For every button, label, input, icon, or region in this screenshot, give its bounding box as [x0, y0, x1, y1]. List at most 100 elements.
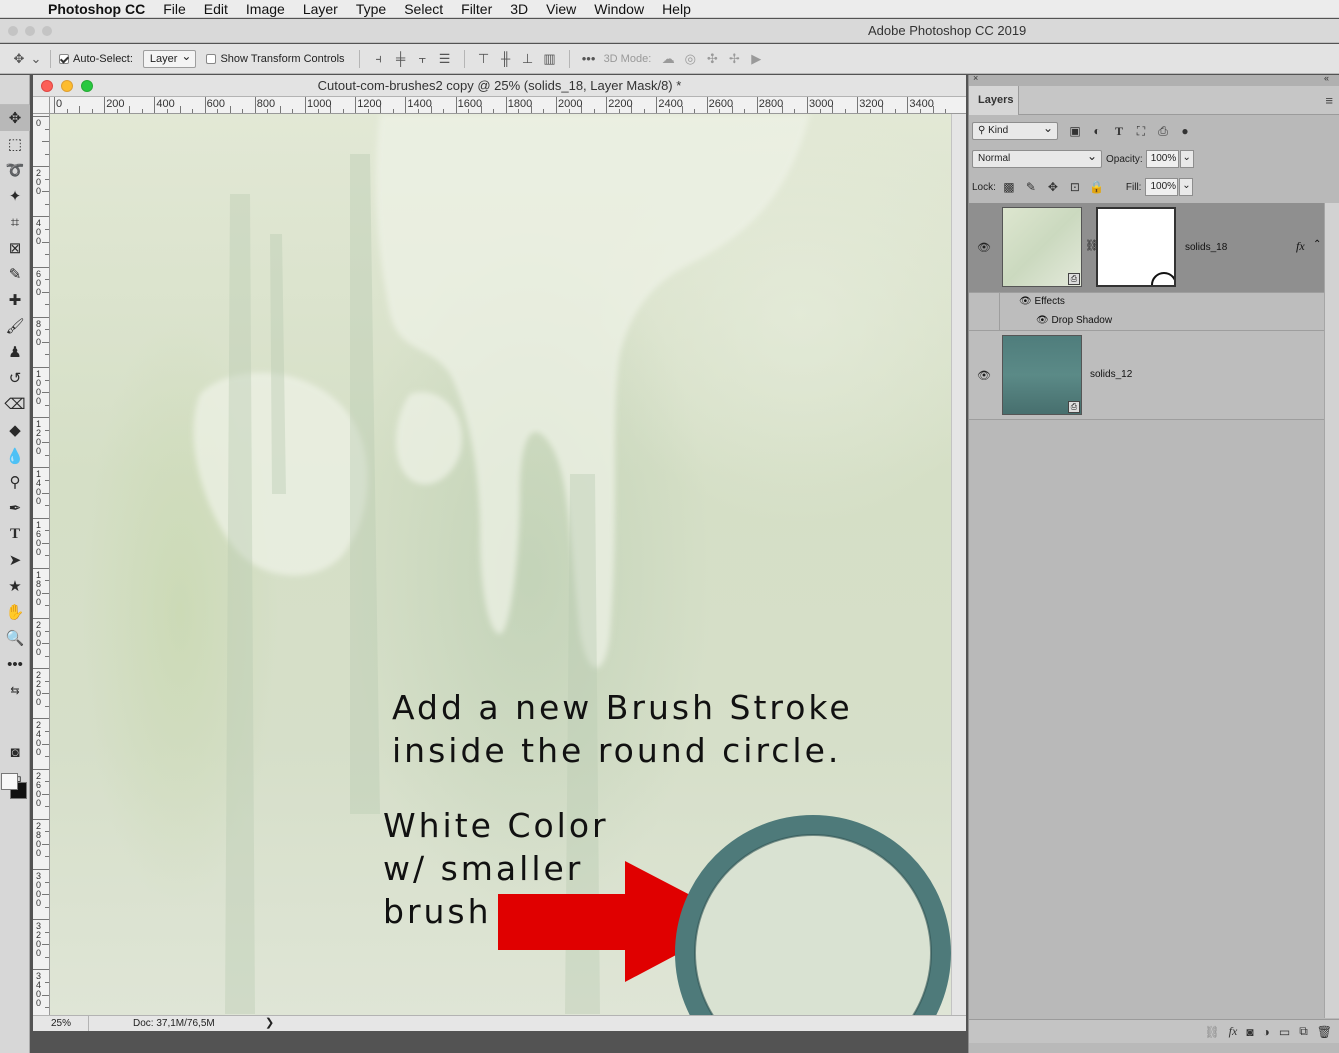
tab-layers[interactable]: Layers: [969, 86, 1019, 115]
vertical-ruler[interactable]: 0 200 400 600 800 1000 1200 1400 1600 1800 2000 220…: [33, 114, 50, 1015]
eyedropper-tool-icon[interactable]: ✎: [0, 261, 30, 287]
align-right-icon[interactable]: ⫟: [412, 51, 434, 67]
filter-type-icon[interactable]: T: [1108, 124, 1130, 139]
opacity-dropdown-icon[interactable]: ⌄: [1179, 150, 1194, 168]
3d-pan-icon[interactable]: ✣: [701, 51, 723, 67]
align-hcenter-icon[interactable]: ╪: [390, 51, 412, 66]
quick-mask-icon[interactable]: ◙: [0, 739, 30, 765]
fill-dropdown-icon[interactable]: ⌄: [1179, 178, 1194, 196]
new-group-icon[interactable]: ▭: [1279, 1025, 1290, 1039]
move-tool-icon[interactable]: ✥: [0, 105, 30, 131]
checkbox-unchecked-icon[interactable]: [206, 53, 217, 64]
add-layer-style-icon[interactable]: fx: [1229, 1024, 1238, 1039]
layer-row[interactable]: 👁 ⎙ solids_12: [969, 331, 1325, 420]
menu-window[interactable]: Window: [585, 0, 653, 18]
lock-transparent-icon[interactable]: ▩: [998, 180, 1020, 194]
frame-tool-icon[interactable]: ⊠: [0, 235, 30, 261]
more-tools-icon[interactable]: •••: [0, 651, 30, 677]
filter-toggle-icon[interactable]: ●: [1174, 124, 1196, 138]
visibility-eye-icon[interactable]: 👁: [977, 241, 991, 254]
brush-tool-icon[interactable]: 🖌: [0, 313, 30, 339]
path-selection-tool-icon[interactable]: ➤: [0, 547, 30, 573]
menu-type[interactable]: Type: [347, 0, 395, 18]
filter-smart-object-icon[interactable]: ⎙: [1152, 124, 1174, 139]
layer-name[interactable]: solids_12: [1090, 369, 1132, 380]
distribute-h-icon[interactable]: ☰: [434, 51, 456, 67]
lock-all-icon[interactable]: 🔒: [1086, 180, 1108, 194]
link-layers-icon[interactable]: ⛓: [1204, 1025, 1219, 1039]
align-vcenter-icon[interactable]: ╫: [495, 51, 517, 66]
menu-view[interactable]: View: [537, 0, 585, 18]
effects-eye-icon[interactable]: 👁: [1019, 296, 1034, 307]
zoom-level-field[interactable]: 25%: [33, 1016, 89, 1031]
filter-pixel-icon[interactable]: ▣: [1064, 124, 1086, 138]
close-panel-icon[interactable]: ×: [973, 73, 978, 83]
align-bottom-icon[interactable]: ⊥: [517, 51, 539, 67]
shape-tool-icon[interactable]: ★: [0, 573, 30, 599]
type-tool-icon[interactable]: T: [0, 521, 30, 547]
3d-orbit-icon[interactable]: ☁: [657, 51, 679, 67]
lock-artboard-icon[interactable]: ⊡: [1064, 180, 1086, 194]
clone-stamp-tool-icon[interactable]: ♟: [0, 339, 30, 365]
3d-slide-icon[interactable]: ✢: [723, 51, 745, 67]
layer-mask-thumbnail[interactable]: [1096, 207, 1177, 298]
drop-shadow-row[interactable]: 👁 Drop Shadow: [1036, 315, 1112, 326]
minimize-window-button[interactable]: [25, 26, 35, 36]
panel-menu-icon[interactable]: ≡: [1325, 93, 1333, 108]
paint-bucket-tool-icon[interactable]: ◆: [0, 417, 30, 443]
menu-filter[interactable]: Filter: [452, 0, 501, 18]
opacity-input[interactable]: 100%: [1145, 150, 1179, 168]
menu-select[interactable]: Select: [395, 0, 452, 18]
align-top-icon[interactable]: ⊤: [473, 51, 495, 67]
filter-adjustment-icon[interactable]: ◐: [1086, 124, 1108, 138]
delete-layer-icon[interactable]: 🗑: [1317, 1025, 1332, 1039]
layer-row[interactable]: 👁 ⎙ ⛓ solids_18 fx ⌃: [969, 203, 1325, 298]
lock-position-icon[interactable]: ✥: [1042, 180, 1064, 194]
menu-layer[interactable]: Layer: [294, 0, 347, 18]
healing-brush-tool-icon[interactable]: ✚: [0, 287, 30, 313]
foreground-color-swatch[interactable]: [1, 773, 18, 790]
fill-input[interactable]: 100%: [1145, 178, 1179, 196]
blend-mode-dropdown[interactable]: Normal: [972, 148, 1102, 168]
checkbox-checked-icon[interactable]: [59, 53, 69, 64]
history-brush-tool-icon[interactable]: ↺: [0, 365, 30, 391]
swap-colors-icon[interactable]: ⇆: [0, 677, 30, 703]
blur-tool-icon[interactable]: 💧: [0, 443, 30, 469]
3d-roll-icon[interactable]: ◎: [679, 51, 701, 67]
menu-3d[interactable]: 3D: [501, 0, 537, 18]
menu-help[interactable]: Help: [653, 0, 700, 18]
move-tool-preset-icon[interactable]: ✥: [8, 51, 30, 67]
horizontal-ruler[interactable]: 0 200 400 600 800 1000 1200 1400 1600 1800 2000 220…: [50, 97, 966, 114]
app-menu[interactable]: Photoshop CC: [40, 0, 154, 18]
magic-wand-tool-icon[interactable]: ✦: [0, 183, 30, 209]
new-layer-icon[interactable]: ⧉: [1299, 1024, 1308, 1039]
3d-scale-icon[interactable]: ▶: [745, 51, 767, 67]
new-adjustment-layer-icon[interactable]: ◑: [1263, 1025, 1270, 1039]
chevron-down-icon[interactable]: ⌄: [30, 51, 42, 67]
lasso-tool-icon[interactable]: ➰: [0, 157, 30, 183]
document-canvas[interactable]: Add a new Brush Stroke inside the round …: [50, 114, 951, 1015]
align-left-icon[interactable]: ⫞: [368, 51, 390, 67]
layer-fx-icon[interactable]: fx: [1296, 239, 1305, 254]
add-mask-icon[interactable]: ◙: [1246, 1025, 1253, 1039]
eraser-tool-icon[interactable]: ⌫: [0, 391, 30, 417]
layers-scrollbar[interactable]: [1324, 203, 1339, 1018]
drop-shadow-eye-icon[interactable]: 👁: [1036, 315, 1051, 326]
tools-grip[interactable]: [0, 75, 29, 105]
auto-select-checkbox[interactable]: Auto-Select:: [59, 53, 133, 65]
menu-image[interactable]: Image: [237, 0, 294, 18]
close-window-button[interactable]: [8, 26, 18, 36]
visibility-eye-icon[interactable]: 👁: [977, 369, 991, 382]
layer-name[interactable]: solids_18: [1185, 242, 1227, 253]
distribute-v-icon[interactable]: ▥: [539, 51, 561, 67]
show-transform-checkbox[interactable]: Show Transform Controls: [206, 53, 345, 65]
menu-edit[interactable]: Edit: [195, 0, 237, 18]
document-vertical-scrollbar[interactable]: [951, 114, 966, 1015]
menu-file[interactable]: File: [154, 0, 195, 18]
crop-tool-icon[interactable]: ⌗: [0, 209, 30, 235]
filter-kind-dropdown[interactable]: ⚲ Kind: [972, 120, 1058, 140]
filter-shape-icon[interactable]: ⛶: [1130, 124, 1152, 139]
marquee-tool-icon[interactable]: ⬚: [0, 131, 30, 157]
status-menu-arrow-icon[interactable]: ❯: [265, 1016, 274, 1031]
auto-select-dropdown[interactable]: Layer: [142, 48, 197, 68]
